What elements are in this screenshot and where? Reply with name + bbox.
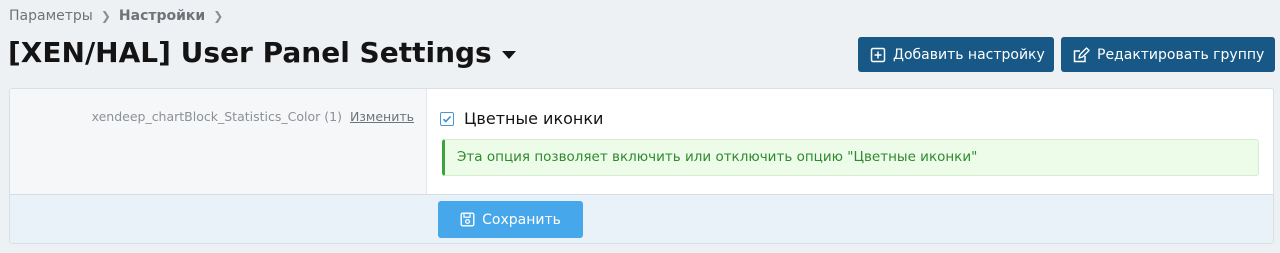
option-hint: Эта опция позволяет включить или отключи… xyxy=(442,139,1259,176)
option-label-cell: xendeep_chartBlock_Statistics_Color (1) … xyxy=(10,89,427,194)
colored-icons-checkbox-row[interactable]: Цветные иконки xyxy=(440,109,603,128)
plus-square-icon xyxy=(870,47,886,62)
chevron-right-icon: ❯ xyxy=(213,9,224,23)
option-id: xendeep_chartBlock_Statistics_Color (1) … xyxy=(92,109,414,124)
check-icon xyxy=(442,115,452,123)
breadcrumb: Параметры ❯ Настройки ❯ xyxy=(9,8,223,24)
option-row: xendeep_chartBlock_Statistics_Color (1) … xyxy=(10,89,1273,194)
colored-icons-checkbox[interactable] xyxy=(440,111,454,126)
add-setting-label: Добавить настройку xyxy=(893,46,1045,63)
save-label: Сохранить xyxy=(482,211,561,228)
settings-block: xendeep_chartBlock_Statistics_Color (1) … xyxy=(9,88,1274,244)
edit-group-button[interactable]: Редактировать группу xyxy=(1061,37,1275,72)
page-title[interactable]: [XEN/HAL] User Panel Settings xyxy=(8,36,516,69)
option-id-text: xendeep_chartBlock_Statistics_Color (1) xyxy=(91,109,342,124)
add-setting-button[interactable]: Добавить настройку xyxy=(858,37,1054,72)
form-footer: Сохранить xyxy=(10,194,1273,243)
breadcrumb-item-parameters[interactable]: Параметры xyxy=(9,8,93,24)
edit-group-label: Редактировать группу xyxy=(1097,46,1265,63)
chevron-right-icon: ❯ xyxy=(100,9,111,23)
save-button[interactable]: Сохранить xyxy=(438,201,583,238)
edit-icon xyxy=(1073,46,1090,62)
page-title-text: [XEN/HAL] User Panel Settings xyxy=(8,36,492,69)
floppy-disk-icon xyxy=(460,212,475,227)
colored-icons-label: Цветные иконки xyxy=(464,109,604,128)
caret-down-icon[interactable] xyxy=(501,50,516,59)
option-edit-link[interactable]: Изменить xyxy=(350,109,414,124)
option-value-cell: Цветные иконки Эта опция позволяет включ… xyxy=(427,89,1273,194)
breadcrumb-item-settings[interactable]: Настройки xyxy=(119,8,205,24)
